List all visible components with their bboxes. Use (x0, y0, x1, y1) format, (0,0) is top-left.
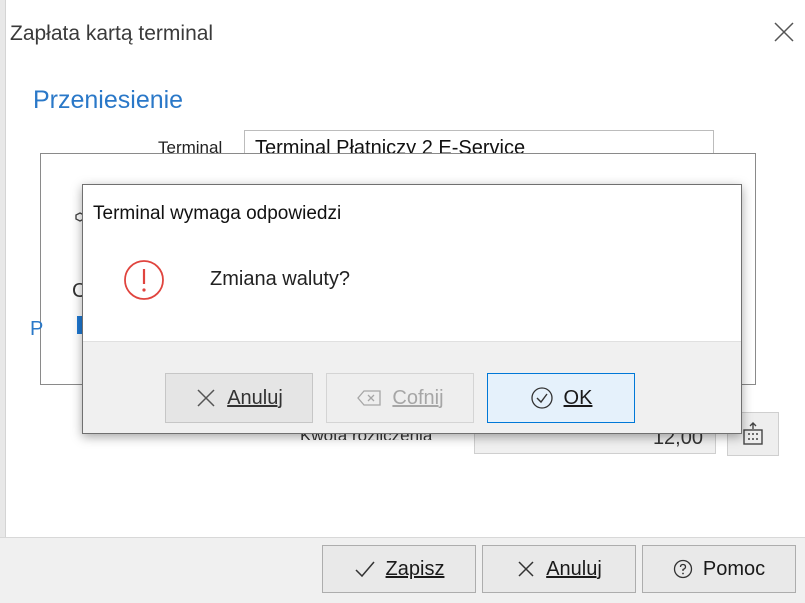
save-button[interactable]: Zapisz (322, 545, 476, 593)
dialog-back-button[interactable]: Cofnij (326, 373, 474, 423)
help-icon (673, 559, 693, 579)
terminal-label: Terminal (158, 138, 223, 154)
check-circle-icon (530, 387, 553, 409)
dialog-ok-label: OK (563, 386, 593, 409)
confirm-dialog: Terminal wymaga odpowiedzi Zmiana waluty… (82, 184, 742, 434)
section-title: Przeniesienie (33, 86, 184, 114)
cancel-button[interactable]: Anuluj (482, 545, 636, 593)
calculator-icon (743, 422, 763, 445)
close-icon (774, 22, 794, 42)
dialog-title: Terminal wymaga odpowiedzi (93, 203, 342, 224)
help-button[interactable]: Pomoc (642, 545, 796, 593)
dialog-back-label: Cofnij (392, 386, 444, 409)
check-icon (355, 561, 375, 578)
window-title: Zapłata kartą terminal (10, 22, 214, 45)
x-icon (197, 389, 215, 407)
backspace-icon (357, 390, 382, 406)
dialog-ok-button[interactable]: OK (487, 373, 635, 423)
stub-label-p: P (30, 318, 44, 340)
help-label: Pomoc (702, 557, 766, 580)
window-edge (0, 0, 6, 603)
x-icon (518, 561, 534, 577)
cancel-label: Anuluj (546, 557, 602, 580)
dialog-message: Zmiana waluty? (210, 268, 351, 290)
dialog-cancel-button[interactable]: Anuluj (165, 373, 313, 423)
dialog-cancel-label: Anuluj (227, 386, 283, 409)
save-label: Zapisz (385, 557, 445, 580)
close-button[interactable] (766, 14, 802, 50)
error-icon (124, 260, 164, 300)
